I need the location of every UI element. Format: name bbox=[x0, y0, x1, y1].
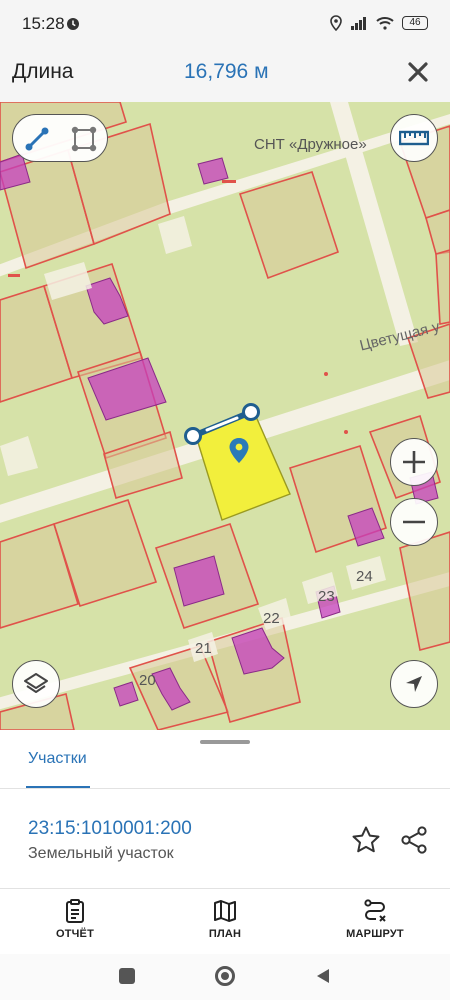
ruler-button[interactable] bbox=[390, 114, 438, 162]
cadastral-map[interactable]: СНТ «Дружное» Цветущая у 24 23 22 21 20 bbox=[0, 102, 450, 730]
nav-report-label: ОТЧЁТ bbox=[55, 928, 95, 940]
house-number: 23 bbox=[318, 588, 335, 605]
status-bar: 15:28 46 bbox=[0, 0, 450, 48]
square-icon[interactable] bbox=[119, 968, 135, 984]
measure-point-end[interactable] bbox=[242, 403, 260, 421]
wifi-icon bbox=[376, 17, 394, 30]
route-icon bbox=[364, 899, 386, 922]
parcel-cadastral-number[interactable]: 23:15:1010001:200 bbox=[28, 818, 192, 840]
house-number: 24 bbox=[356, 568, 373, 585]
share-button[interactable] bbox=[398, 824, 430, 856]
house-number: 22 bbox=[263, 610, 280, 627]
minus-icon bbox=[403, 520, 425, 524]
share-icon bbox=[401, 826, 427, 854]
close-icon bbox=[408, 62, 428, 82]
house-number: 21 bbox=[195, 640, 212, 657]
zoom-in-button[interactable] bbox=[390, 438, 438, 486]
bottom-sheet: Участки 23:15:1010001:200 Земельный учас… bbox=[0, 730, 450, 1000]
ruler-icon bbox=[399, 130, 429, 146]
measure-point-start[interactable] bbox=[184, 427, 202, 445]
measure-area-button[interactable] bbox=[60, 115, 107, 163]
battery-icon: 46 bbox=[402, 16, 428, 30]
measure-tools bbox=[12, 114, 108, 162]
star-icon bbox=[352, 826, 380, 853]
report-icon bbox=[66, 899, 84, 923]
measure-header: Длина 16,796 м bbox=[0, 48, 450, 102]
plus-icon bbox=[403, 451, 425, 473]
status-time: 15:28 bbox=[22, 14, 65, 33]
alarm-icon bbox=[67, 18, 79, 30]
nav-route-label: МАРШРУТ bbox=[346, 928, 404, 940]
close-button[interactable] bbox=[404, 58, 432, 86]
tabs-divider bbox=[0, 788, 450, 789]
parcel-type: Земельный участок bbox=[28, 845, 174, 862]
nav-report[interactable]: ОТЧЁТ bbox=[0, 890, 150, 954]
sheet-drag-handle[interactable] bbox=[200, 740, 250, 744]
back-icon[interactable] bbox=[314, 967, 332, 985]
place-label: СНТ «Дружное» bbox=[254, 136, 367, 153]
nav-plan-label: ПЛАН bbox=[208, 928, 242, 940]
favorite-button[interactable] bbox=[350, 824, 382, 856]
house-number: 20 bbox=[139, 672, 156, 689]
measure-line-icon bbox=[25, 127, 48, 151]
measure-line-button[interactable] bbox=[13, 115, 60, 163]
nav-route[interactable]: МАРШРУТ bbox=[300, 890, 450, 954]
location-icon bbox=[330, 15, 342, 31]
tab-parcels[interactable]: Участки bbox=[28, 750, 87, 768]
bottom-navigation: ОТЧЁТ ПЛАН МАРШРУТ bbox=[0, 890, 450, 954]
nav-plan[interactable]: ПЛАН bbox=[150, 890, 300, 954]
map-icon bbox=[214, 900, 236, 922]
layers-icon bbox=[24, 673, 48, 693]
navigation-arrow-icon bbox=[406, 676, 422, 692]
signal-icon bbox=[351, 17, 366, 30]
map-canvas[interactable] bbox=[0, 102, 450, 730]
circle-icon[interactable] bbox=[215, 966, 235, 986]
measure-length-value: 16,796 м bbox=[184, 60, 269, 83]
system-navigation bbox=[0, 954, 450, 1000]
zoom-out-button[interactable] bbox=[390, 498, 438, 546]
sheet-divider bbox=[0, 888, 450, 889]
measure-area-icon bbox=[71, 126, 96, 152]
layers-button[interactable] bbox=[12, 660, 60, 708]
locate-button[interactable] bbox=[390, 660, 438, 708]
header-title: Длина bbox=[12, 60, 74, 83]
